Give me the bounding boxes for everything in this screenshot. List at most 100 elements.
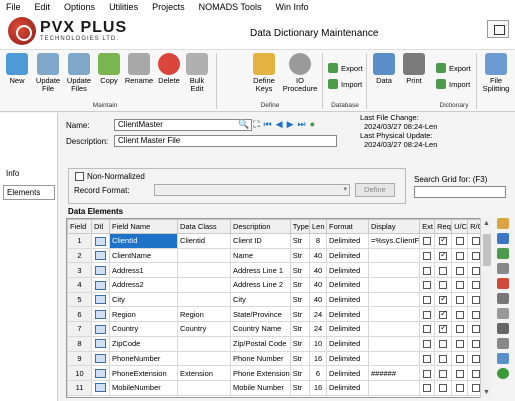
row-format[interactable]: Delimited	[325, 247, 369, 264]
scroll-up-icon[interactable]: ▲	[483, 220, 490, 227]
export-dict-button[interactable]: Export	[436, 63, 471, 73]
row-format[interactable]: Delimited	[325, 306, 369, 323]
uc-checkbox[interactable]	[455, 296, 464, 305]
ext-checkbox[interactable]	[423, 237, 432, 246]
row-uc[interactable]	[451, 262, 469, 279]
row-description[interactable]: Country Name	[230, 321, 291, 337]
row-length[interactable]: 24	[308, 321, 327, 337]
move-up-icon[interactable]	[497, 233, 509, 244]
menu-edit[interactable]: Edit	[35, 2, 51, 12]
row-description[interactable]: Address Line 1	[230, 262, 291, 279]
row-display[interactable]	[367, 350, 421, 367]
uc-checkbox[interactable]	[455, 266, 464, 275]
table-row[interactable]: 10 PhoneExtension Extension Phone Extension…	[67, 365, 485, 381]
row-uc[interactable]	[451, 306, 469, 323]
row-field-name[interactable]: Country	[109, 321, 178, 337]
row-length[interactable]: 16	[308, 379, 327, 396]
row-ext[interactable]	[419, 233, 436, 249]
row-field-name[interactable]: City	[109, 291, 178, 308]
rename-button[interactable]: Rename	[124, 53, 154, 85]
detail-icon[interactable]	[95, 265, 106, 275]
ro-checkbox[interactable]	[471, 296, 480, 305]
column-header[interactable]: Ext	[419, 219, 436, 234]
search-grid-input[interactable]	[414, 186, 506, 198]
row-format[interactable]: Delimited	[325, 262, 369, 279]
scroll-thumb[interactable]	[483, 234, 491, 266]
row-uc[interactable]	[451, 277, 469, 293]
ro-checkbox[interactable]	[471, 237, 480, 246]
row-data-class[interactable]	[177, 262, 231, 279]
row-display[interactable]: =%sys.ClientF	[367, 233, 421, 249]
prev-record-icon[interactable]: ◀	[276, 119, 283, 129]
row-ext[interactable]	[419, 350, 436, 367]
add-row-icon[interactable]	[497, 248, 509, 259]
row-data-class[interactable]: Country	[177, 321, 231, 337]
row-req[interactable]	[434, 321, 453, 337]
ext-checkbox[interactable]	[423, 266, 432, 275]
detail-icon[interactable]	[95, 280, 106, 290]
scroll-down-icon[interactable]: ▼	[483, 389, 490, 396]
row-display[interactable]	[367, 335, 421, 352]
row-req[interactable]	[434, 291, 453, 308]
row-field-name[interactable]: ClientName	[109, 247, 178, 264]
bulk-edit-button[interactable]: Bulk Edit	[184, 53, 210, 93]
row-description[interactable]: Phone Number	[230, 350, 291, 367]
uc-checkbox[interactable]	[455, 237, 464, 246]
row-display[interactable]	[367, 379, 421, 396]
row-data-class[interactable]	[177, 291, 231, 308]
row-data-class[interactable]	[177, 350, 231, 367]
table-row[interactable]: 3 Address1 Address Line 1 Str 40 Delimited	[67, 262, 485, 279]
tab-elements[interactable]: Elements	[3, 185, 55, 200]
print-icon[interactable]	[497, 353, 509, 364]
row-detail[interactable]	[91, 233, 110, 249]
req-checkbox[interactable]	[439, 369, 448, 378]
row-format[interactable]: Delimited	[325, 291, 369, 308]
row-data-class[interactable]	[177, 379, 231, 396]
restore-button[interactable]	[487, 20, 509, 38]
row-description[interactable]: State/Province	[230, 306, 291, 323]
data-button[interactable]: Data	[372, 53, 396, 85]
row-type[interactable]: Str	[289, 291, 310, 308]
row-req[interactable]	[434, 379, 453, 396]
ext-checkbox[interactable]	[423, 310, 432, 319]
binoculars-icon[interactable]: ⛶	[253, 119, 259, 129]
row-type[interactable]: Str	[289, 233, 310, 249]
calculator-icon[interactable]	[497, 338, 509, 349]
ext-checkbox[interactable]	[423, 325, 432, 334]
row-req[interactable]	[434, 365, 453, 381]
name-field[interactable]: ClientMaster	[114, 119, 252, 131]
row-uc[interactable]	[451, 379, 469, 396]
table-row[interactable]: 9 PhoneNumber Phone Number Str 16 Delimited	[67, 350, 485, 367]
column-header[interactable]: Req	[434, 219, 453, 234]
last-record-icon[interactable]: ⏭	[297, 119, 305, 129]
row-detail[interactable]	[91, 247, 110, 264]
row-field-name[interactable]: Address1	[109, 262, 178, 279]
row-ext[interactable]	[419, 277, 436, 293]
ro-checkbox[interactable]	[471, 369, 480, 378]
row-display[interactable]	[367, 262, 421, 279]
row-field-name[interactable]: ZipCode	[109, 335, 178, 352]
table-row[interactable]: 1 ClientId Clientid Client ID Str 8 Delimited =…	[67, 233, 485, 249]
row-type[interactable]: Str	[289, 262, 310, 279]
row-uc[interactable]	[451, 350, 469, 367]
row-display[interactable]	[367, 291, 421, 308]
delete-row-icon[interactable]	[497, 278, 509, 289]
search-icon[interactable]: 🔍	[238, 119, 249, 129]
row-display[interactable]	[367, 321, 421, 337]
table-row[interactable]: 4 Address2 Address Line 2 Str 40 Delimited	[67, 277, 485, 293]
row-detail[interactable]	[91, 306, 110, 323]
column-header[interactable]: Data Class	[177, 219, 231, 234]
row-detail[interactable]	[91, 365, 110, 381]
row-length[interactable]: 24	[308, 306, 327, 323]
row-ext[interactable]	[419, 321, 436, 337]
ro-checkbox[interactable]	[471, 384, 480, 393]
row-length[interactable]: 8	[308, 233, 327, 249]
row-field-name[interactable]: ClientId	[109, 233, 178, 249]
req-checkbox[interactable]	[439, 354, 448, 363]
row-ext[interactable]	[419, 247, 436, 264]
detail-icon[interactable]	[95, 324, 106, 334]
print-button[interactable]: Print	[402, 53, 426, 85]
column-header[interactable]: Field	[67, 219, 92, 234]
row-data-class[interactable]: Extension	[177, 365, 231, 381]
update-file-button[interactable]: Update File	[33, 53, 63, 93]
